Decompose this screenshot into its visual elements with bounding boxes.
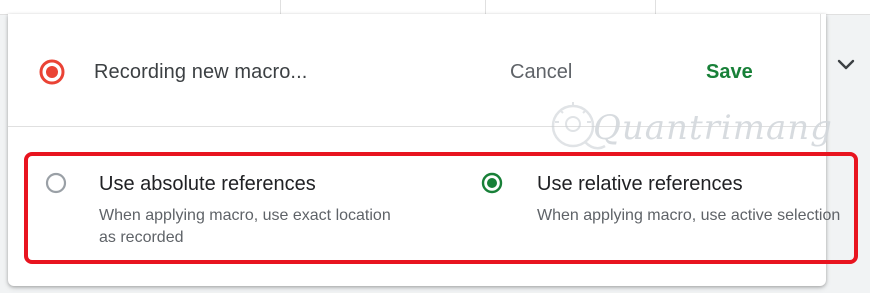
watermark-text: Quantrimang bbox=[593, 108, 833, 148]
option-absolute-references[interactable]: Use absolute references When applying ma… bbox=[24, 152, 444, 264]
grid-line bbox=[485, 0, 486, 14]
absolute-references-label: Use absolute references bbox=[99, 173, 316, 195]
option-relative-references[interactable]: Use relative references When applying ma… bbox=[464, 152, 858, 264]
relative-references-label: Use relative references bbox=[537, 173, 743, 195]
grid-line bbox=[280, 0, 281, 14]
sheet-grid-strip bbox=[0, 0, 870, 15]
relative-references-description: When applying macro, use active selectio… bbox=[537, 207, 841, 224]
chevron-down-icon[interactable] bbox=[836, 58, 856, 72]
absolute-references-description: When applying macro, use exact location … bbox=[99, 207, 391, 246]
cancel-button[interactable]: Cancel bbox=[506, 58, 576, 86]
radio-checked-icon[interactable] bbox=[481, 172, 503, 194]
recording-title: Recording new macro... bbox=[94, 61, 308, 83]
record-icon bbox=[39, 59, 65, 85]
save-button[interactable]: Save bbox=[702, 58, 757, 86]
grid-line bbox=[655, 0, 656, 14]
reference-options: Use absolute references When applying ma… bbox=[24, 152, 862, 268]
radio-unchecked-icon[interactable] bbox=[45, 172, 67, 194]
